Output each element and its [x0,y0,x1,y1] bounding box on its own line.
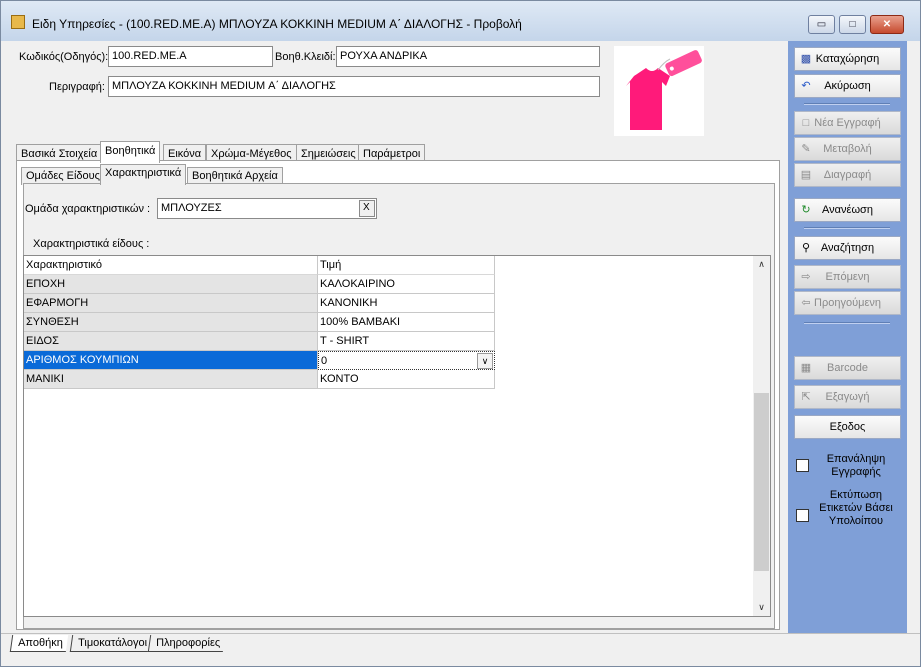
next-label: Επόμενη [825,271,870,283]
section-label: Χαρακτηριστικά είδους : [33,238,150,250]
title-bar[interactable]: Ειδη Υπηρεσίες - (100.RED.ME.A) ΜΠΛΟΥΖΑ … [1,1,920,41]
minimize-button[interactable]: ▭ [808,15,835,34]
row-value[interactable]: ΚΑΝΟΝΙΚΗ [318,294,495,313]
tab-information[interactable]: Πληροφορίες [147,635,226,652]
separator [804,227,890,229]
row-characteristic: ΕΠΟΧΗ [24,275,318,294]
delete-label: Διαγραφή [823,169,872,181]
product-image [614,46,704,136]
characteristics-grid: Χαρακτηριστικό Τιμή ΕΠΟΧΗ ΚΑΛΟΚΑΙΡΙΝΟ ΕΦ… [23,255,771,617]
tab-information-label: Πληροφορίες [156,637,221,649]
row-characteristic: ΜΑΝΙΚΙ [24,370,318,389]
bottom-tab-strip: Αποθήκη Τιμοκατάλογοι Πληροφορίες [1,633,920,666]
tab-warehouse[interactable]: Αποθήκη [9,635,68,652]
edit-button[interactable]: ✎ Μεταβολή [794,137,901,161]
refresh-icon: ↻ [801,204,811,216]
application-window: Ειδη Υπηρεσίες - (100.RED.ME.A) ΜΠΛΟΥΖΑ … [0,0,921,667]
window-title: Ειδη Υπηρεσίες - (100.RED.ME.A) ΜΠΛΟΥΖΑ … [32,17,522,31]
save-label: Καταχώρηση [815,53,880,65]
scroll-up-icon[interactable]: ∧ [753,256,770,273]
scroll-down-icon[interactable]: ∨ [753,599,770,616]
separator [804,322,890,324]
edit-label: Μεταβολή [823,143,872,155]
subtab-characteristics[interactable]: Χαρακτηριστικά [100,164,187,185]
tab-auxiliary[interactable]: Βοηθητικά [100,141,161,163]
undo-icon: ↶ [801,80,811,92]
edit-icon: ✎ [801,143,811,155]
tab-warehouse-label: Αποθήκη [18,637,63,649]
repeat-record-checkbox[interactable] [796,459,809,472]
refresh-label: Ανανέωση [822,204,873,216]
row-characteristic: ΑΡΙΘΜΟΣ ΚΟΥΜΠΙΩΝ [24,351,318,370]
save-icon: ▩ [800,53,812,65]
actions-panel: ▩ Καταχώρηση ↶ Ακύρωση □ Νέα Εγγραφή ✎ Μ… [788,41,907,633]
save-button[interactable]: ▩ Καταχώρηση [794,47,901,71]
tab-price-lists-label: Τιμοκατάλογοι [78,637,148,649]
column-header-value[interactable]: Τιμή [318,256,495,275]
new-document-icon: □ [802,117,810,129]
repeat-record-label: Επανάληψη Εγγραφής [826,453,886,478]
group-value: ΜΠΛΟΥΖΕΣ [161,202,222,214]
chevron-down-icon[interactable]: ∨ [477,353,493,369]
row-value-dropdown[interactable]: 0 ∨ [318,351,495,370]
cancel-button[interactable]: ↶ Ακύρωση [794,74,901,98]
maximize-button[interactable]: □ [839,15,866,34]
tab-price-lists[interactable]: Τιμοκατάλογοι [69,635,153,652]
group-label: Ομάδα χαρακτηριστικών : [25,203,151,215]
delete-button[interactable]: ▤ Διαγραφή [794,163,901,187]
cancel-label: Ακύρωση [824,80,871,92]
barcode-icon: ▦ [800,362,812,374]
arrow-right-icon: ⇨ [801,271,811,283]
barcode-label: Barcode [827,362,868,374]
code-label: Κωδικός(Οδηγός): [19,51,109,63]
row-characteristic: ΣΥΝΘΕΣΗ [24,313,318,332]
row-value[interactable]: ΚΑΛΟΚΑΙΡΙΝΟ [318,275,495,294]
search-icon: ⚲ [801,242,811,254]
description-field[interactable]: ΜΠΛΟΥΖΑ ΚΟΚΚΙΝΗ MEDIUM Α΄ ΔΙΑΛΟΓΗΣ [108,76,600,97]
next-button[interactable]: ⇨ Επόμενη [794,265,901,289]
row-characteristic: ΕΙΔΟΣ [24,332,318,351]
tshirt-icon [626,50,702,130]
description-label: Περιγραφή: [49,81,105,93]
column-header-characteristic[interactable]: Χαρακτηριστικό [24,256,318,275]
code-field[interactable]: 100.RED.ME.A [108,46,273,67]
row-value[interactable]: T - SHIRT [318,332,495,351]
search-label: Αναζήτηση [820,242,875,254]
new-record-button[interactable]: □ Νέα Εγγραφή [794,111,901,135]
vertical-scrollbar[interactable]: ∧ ∨ [753,256,770,616]
close-button[interactable]: ✕ [870,15,904,34]
print-labels-label: Εκτύπωση Ετικετών Βάσει Υπολοίπου [819,489,893,527]
separator [804,103,890,105]
export-label: Εξαγωγή [825,391,870,403]
row-value[interactable]: ΚΟΝΤΟ [318,370,495,389]
dropdown-value: 0 [321,355,328,367]
new-record-label: Νέα Εγγραφή [814,117,881,129]
export-button[interactable]: ⇱ Εξαγωγή [794,385,901,409]
main-content: Κωδικός(Οδηγός): 100.RED.ME.A Βοηθ.Κλειδ… [9,41,784,633]
app-icon [11,15,25,29]
row-value[interactable]: 100% ΒΑΜΒΑΚΙ [318,313,495,332]
exit-button[interactable]: Εξοδος [794,415,901,439]
previous-label: Προηγούμενη [814,297,881,309]
search-button[interactable]: ⚲ Αναζήτηση [794,236,901,260]
group-field[interactable]: ΜΠΛΟΥΖΕΣ [157,198,377,219]
print-labels-checkbox[interactable] [796,509,809,522]
clear-group-button[interactable]: X [359,200,375,217]
refresh-button[interactable]: ↻ Ανανέωση [794,198,901,222]
arrow-left-icon: ⇦ [801,297,811,309]
scrollbar-thumb[interactable] [754,393,769,571]
aux-key-label: Βοηθ.Κλειδί: [275,51,336,63]
previous-button[interactable]: ⇦ Προηγούμενη [794,291,901,315]
delete-icon: ▤ [800,169,812,181]
aux-key-field[interactable]: ΡΟΥΧΑ ΑΝΔΡΙΚΑ [336,46,600,67]
export-icon: ⇱ [801,391,811,403]
row-characteristic: ΕΦΑΡΜΟΓΗ [24,294,318,313]
barcode-button[interactable]: ▦ Barcode [794,356,901,380]
